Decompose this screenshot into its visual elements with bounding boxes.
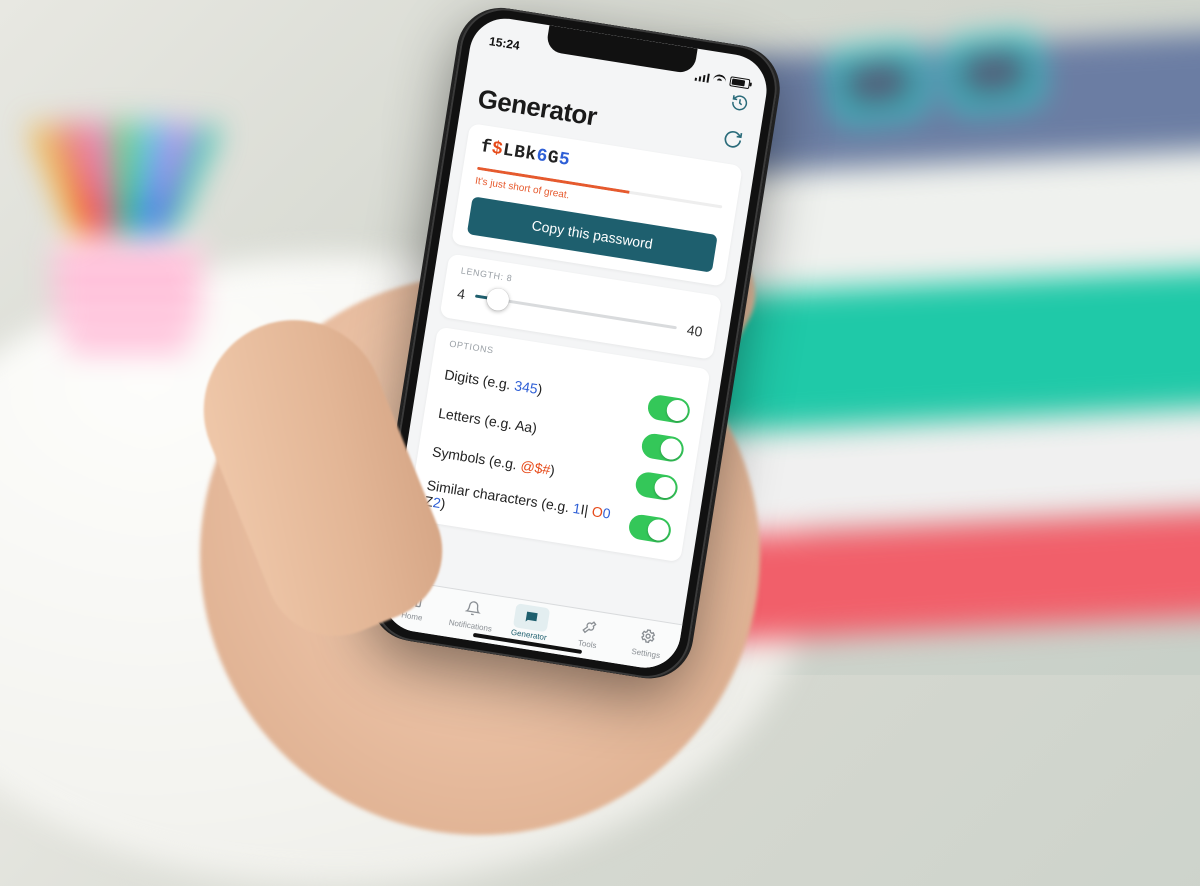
option-toggle-1[interactable] xyxy=(640,432,685,463)
option-toggle-2[interactable] xyxy=(634,471,679,502)
tab-settings[interactable]: Settings xyxy=(616,620,680,663)
options-card: OPTIONS Digits (e.g. 345)Letters (e.g. A… xyxy=(407,327,710,563)
option-label: Letters (e.g. Aa) xyxy=(437,404,538,435)
option-label: Digits (e.g. 345) xyxy=(443,366,543,397)
length-min: 4 xyxy=(456,285,466,302)
refresh-icon[interactable] xyxy=(722,127,745,150)
option-toggle-3[interactable] xyxy=(627,513,672,544)
wrench-icon xyxy=(571,612,608,641)
length-max: 40 xyxy=(686,322,704,340)
history-icon[interactable] xyxy=(729,93,750,114)
page-title: Generator xyxy=(476,83,599,132)
wifi-icon xyxy=(712,74,726,86)
signal-icon xyxy=(695,71,710,82)
option-toggle-0[interactable] xyxy=(646,394,691,425)
tab-notifications[interactable]: Notifications xyxy=(440,592,504,635)
battery-icon xyxy=(729,76,750,89)
tab-label: Tools xyxy=(577,638,597,650)
